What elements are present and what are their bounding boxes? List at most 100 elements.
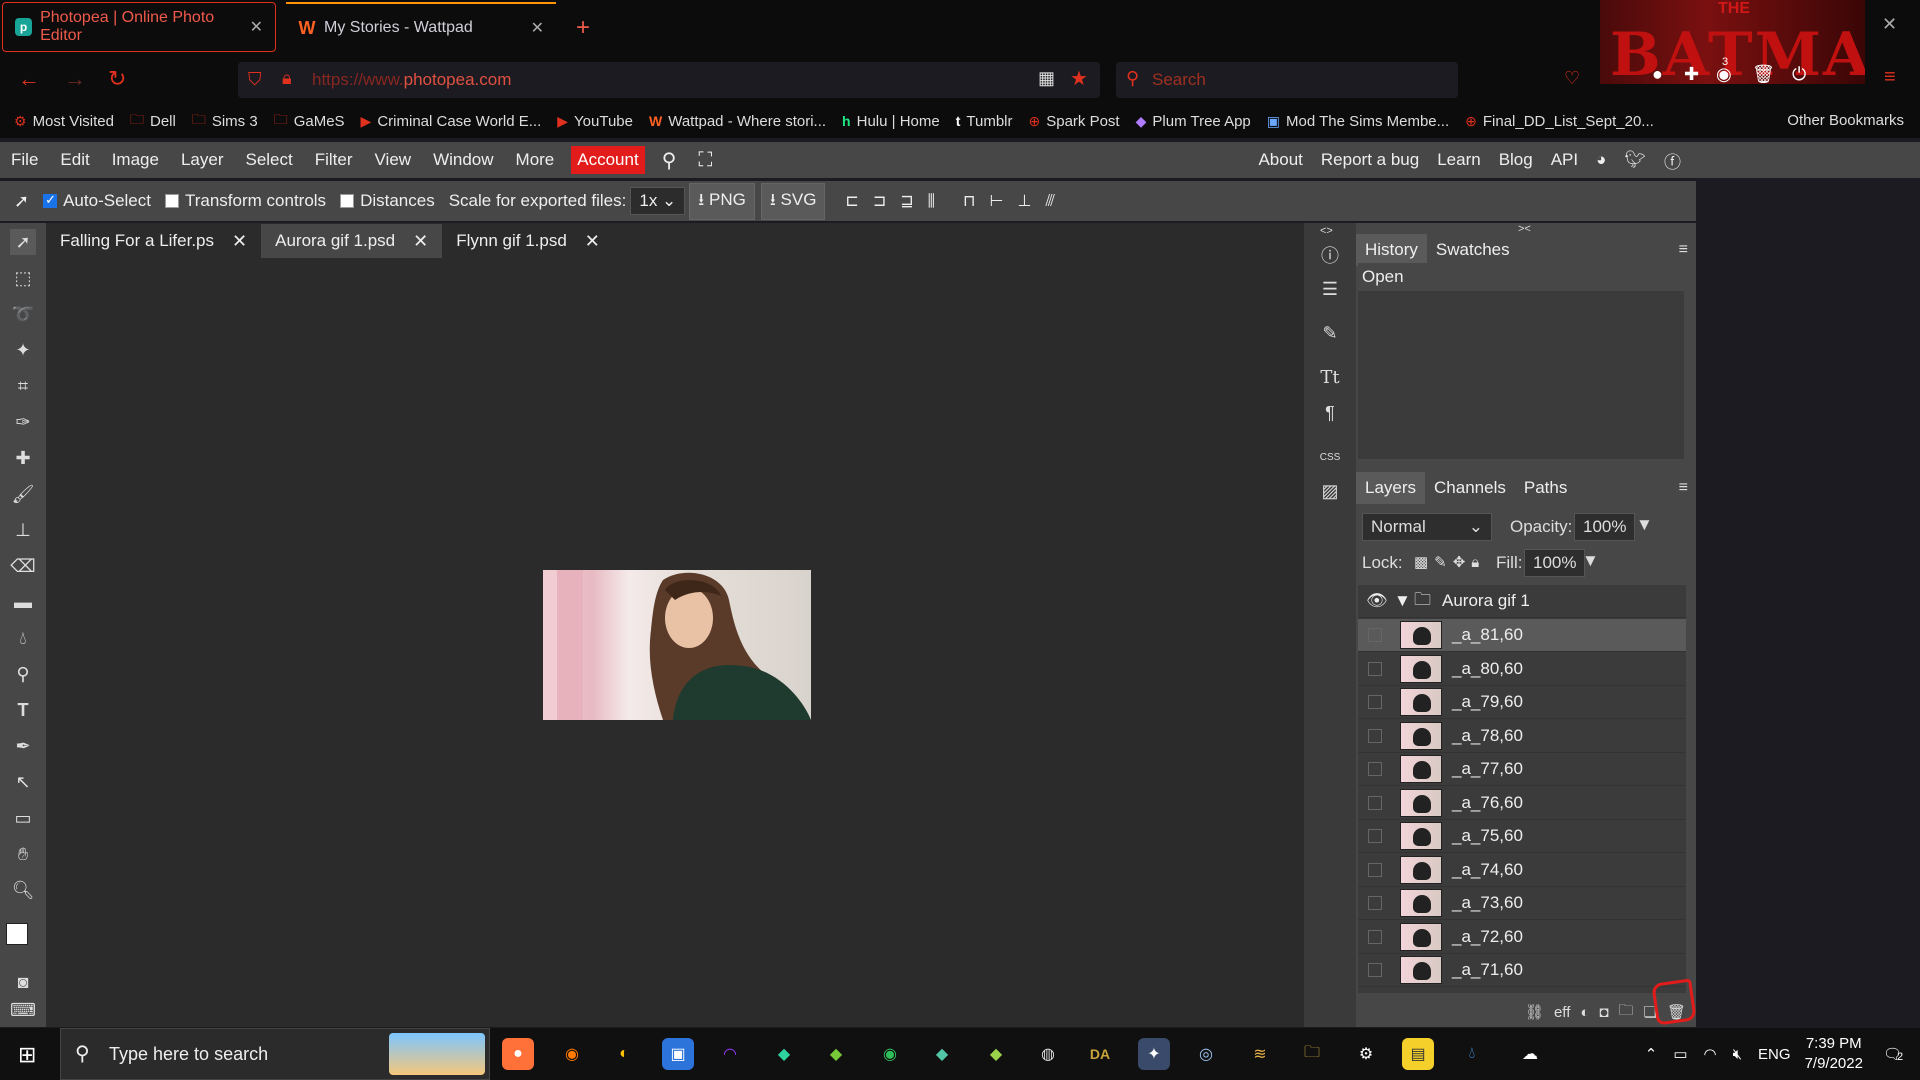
bookmark-mod-the-sims[interactable]: ▣ Mod The Sims Membe... <box>1267 113 1449 130</box>
bookmark-wattpad[interactable]: W Wattpad - Where stori... <box>649 113 826 130</box>
blur-tool-icon[interactable]: 💧︎ <box>10 625 36 651</box>
rectangle-tool-icon[interactable]: ▭ <box>10 805 36 831</box>
brush-tool-icon[interactable]: 🖌︎ <box>10 481 36 507</box>
wifi-icon[interactable]: ◠ <box>1704 1045 1717 1063</box>
menu-layer[interactable]: Layer <box>170 150 235 170</box>
healing-brush-icon[interactable]: ✚ <box>10 445 36 471</box>
paragraph-icon[interactable]: ¶ <box>1318 401 1342 425</box>
panel-menu-icon[interactable]: ≡ <box>1679 479 1688 497</box>
canvas-image[interactable] <box>543 570 811 720</box>
visibility-checkbox[interactable] <box>1368 728 1382 743</box>
firefox-icon[interactable]: ● <box>502 1038 534 1070</box>
window-app-icon[interactable]: ▣ <box>662 1038 694 1070</box>
close-doc-icon[interactable]: ✕ <box>413 231 428 252</box>
visibility-checkbox[interactable] <box>1368 929 1382 944</box>
visibility-checkbox[interactable] <box>1368 896 1382 910</box>
app-spiral-icon[interactable]: ◐ <box>608 1038 640 1070</box>
bookmark-games[interactable]: 🗀 GaMeS <box>274 109 345 133</box>
reddit-icon[interactable]: ◕ <box>1587 150 1615 170</box>
twitter-icon[interactable]: 🐦︎ <box>1615 150 1655 170</box>
other-bookmarks[interactable]: Other Bookmarks <box>1787 112 1904 129</box>
bookmark-plum-tree[interactable]: ◆ Plum Tree App <box>1136 113 1251 130</box>
qr-code-icon[interactable]: ▦ <box>1038 68 1055 89</box>
link-layers-icon[interactable]: ⛓ <box>1525 1003 1544 1021</box>
visibility-checkbox[interactable] <box>1368 829 1382 843</box>
adjustment-layer-icon[interactable]: ◐ <box>1580 1004 1589 1021</box>
tab-swatches[interactable]: Swatches <box>1427 234 1519 266</box>
visibility-checkbox[interactable] <box>1368 661 1382 676</box>
opacity-input[interactable]: 100% <box>1574 513 1636 541</box>
link-api[interactable]: API <box>1542 150 1587 170</box>
menu-select[interactable]: Select <box>234 150 303 170</box>
distances-option[interactable]: Distances <box>340 191 435 211</box>
opacity-dropdown-icon[interactable]: ▼ <box>1636 515 1653 535</box>
auto-select-option[interactable]: Auto-Select <box>43 191 151 211</box>
layer-row[interactable]: _a_78,60 <box>1358 720 1686 753</box>
notifications-icon[interactable]: 🗨︎ 2 <box>1883 1045 1903 1063</box>
doc-tab-falling-for-a-lifer[interactable]: Falling For a Lifer.ps ✕ <box>46 224 262 258</box>
language-indicator[interactable]: ENG <box>1758 1046 1791 1063</box>
layer-row[interactable]: _a_74,60 <box>1358 854 1686 887</box>
adjustments-icon[interactable]: ☰ <box>1318 277 1342 301</box>
menu-window[interactable]: Window <box>422 150 504 170</box>
headphones-app-icon[interactable]: ◠ <box>714 1038 746 1070</box>
tab-channels[interactable]: Channels <box>1425 472 1515 504</box>
sims-icon[interactable]: ◆ <box>768 1038 800 1070</box>
bookmark-dell[interactable]: 🗀 Dell <box>130 109 176 133</box>
browser-tab-photopea[interactable]: p Photopea | Online Photo Editor ✕ <box>2 2 276 52</box>
bookmark-sims3[interactable]: 🗀 Sims 3 <box>192 109 258 133</box>
crop-tool-icon[interactable]: ⌗ <box>10 373 36 399</box>
distribute-icons[interactable]: ⊓⊢⊥⫻ <box>963 191 1069 211</box>
tornado-app-icon[interactable]: ≋ <box>1244 1038 1276 1070</box>
visibility-checkbox[interactable] <box>1368 795 1382 810</box>
menu-edit[interactable]: Edit <box>49 150 100 170</box>
steam-icon[interactable]: ◎ <box>1190 1038 1222 1070</box>
layer-row[interactable]: _a_77,60 <box>1358 753 1686 786</box>
auto-select-checkbox[interactable] <box>43 192 58 208</box>
transform-controls-checkbox[interactable] <box>164 194 179 208</box>
sims-plumbob-icon-3[interactable]: ◆ <box>980 1038 1012 1070</box>
panel-menu-icon[interactable]: ≡ <box>1679 241 1688 259</box>
origin-icon[interactable]: ◉ <box>556 1038 588 1070</box>
layer-row[interactable]: _a_73,60 <box>1358 887 1686 920</box>
bookmark-criminal-case[interactable]: ▶ Criminal Case World E... <box>361 113 542 130</box>
eraser-icon[interactable]: ⌫ <box>10 553 36 579</box>
group-expand-icon[interactable]: ▼ <box>1394 591 1414 611</box>
close-window-icon[interactable]: ✕ <box>1882 14 1897 35</box>
game-app-icon[interactable]: ✦ <box>1138 1038 1170 1070</box>
layer-row[interactable]: _a_80,60 <box>1358 653 1686 686</box>
star-bookmark-icon[interactable]: ★ <box>1070 66 1088 91</box>
clone-stamp-icon[interactable]: ⊥ <box>10 517 36 543</box>
search-bar[interactable]: ⚲ Search <box>1116 62 1458 98</box>
sims-globe-icon[interactable]: ◉ <box>874 1038 906 1070</box>
keyboard-icon[interactable]: ⌨ <box>10 997 36 1023</box>
hand-tool-icon[interactable]: ✋︎ <box>10 841 36 867</box>
foreground-color-swatch[interactable] <box>6 923 28 945</box>
lasso-tool-icon[interactable]: ➰ <box>10 301 36 327</box>
menu-view[interactable]: View <box>364 150 423 170</box>
volume-muted-icon[interactable]: 🔇︎ <box>1733 1046 1742 1063</box>
back-arrow-icon[interactable]: ← <box>18 66 40 92</box>
clock[interactable]: 7:39 PM 7/9/2022 <box>1805 1034 1863 1074</box>
trash-extension-icon[interactable]: 🗑︎ <box>1752 64 1775 84</box>
sims-plumbob-icon-2[interactable]: ◆ <box>926 1038 958 1070</box>
layer-row[interactable]: _a_81,60 <box>1358 619 1686 652</box>
link-blog[interactable]: Blog <box>1490 150 1542 170</box>
zoom-tool-icon[interactable]: 🔍︎ <box>10 877 36 903</box>
layer-mask-icon[interactable]: ◘ <box>1599 1004 1608 1021</box>
sticky-notes-icon[interactable]: ▤ <box>1402 1038 1434 1070</box>
close-tab-icon[interactable]: ✕ <box>250 17 263 37</box>
reload-icon[interactable]: ↻ <box>108 66 126 92</box>
visibility-checkbox[interactable] <box>1368 628 1382 642</box>
type-tool-icon[interactable]: T <box>10 697 36 723</box>
expand-collapse-icon[interactable]: <> <box>1320 225 1333 237</box>
layer-effects-icon[interactable]: eff <box>1554 1004 1570 1021</box>
account-icon[interactable]: ● <box>1652 64 1663 84</box>
settings-icon[interactable]: ⚙ <box>1350 1038 1382 1070</box>
layer-group-row[interactable]: 👁︎ ▼ 🗀 Aurora gif 1 <box>1358 585 1686 618</box>
visibility-checkbox[interactable] <box>1368 963 1382 977</box>
menu-filter[interactable]: Filter <box>304 150 364 170</box>
browser-tab-wattpad[interactable]: W My Stories - Wattpad ✕ <box>286 2 556 52</box>
visibility-checkbox[interactable] <box>1368 862 1382 877</box>
layer-row[interactable]: _a_72,60 <box>1358 921 1686 954</box>
